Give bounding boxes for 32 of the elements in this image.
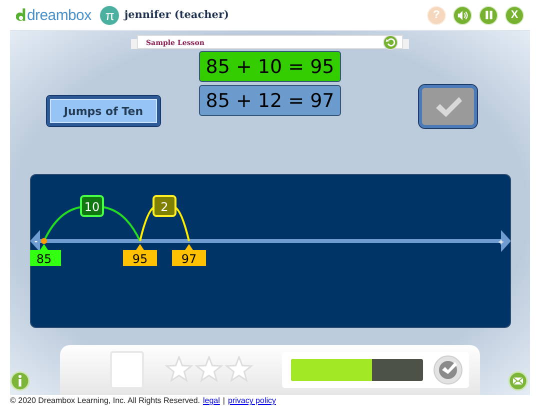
jump-label: 10: [84, 200, 100, 214]
mail-icon: [508, 371, 528, 391]
jump-label: 2: [160, 200, 168, 214]
pause-icon: [484, 10, 494, 20]
star-icon: [224, 356, 254, 382]
info-icon: [10, 371, 30, 391]
privacy-policy-link[interactable]: privacy policy: [228, 395, 276, 406]
number-marker[interactable]: 97: [172, 244, 206, 266]
link-separator: |: [222, 395, 225, 406]
star-icon: [164, 356, 194, 382]
dreambox-logo: dreambox: [16, 6, 92, 24]
user-avatar: π: [100, 6, 120, 24]
mail-button[interactable]: [508, 371, 530, 393]
equation: 85 + 12 = 97: [199, 85, 341, 116]
equation: 85 + 10 = 95: [199, 51, 341, 82]
sound-button[interactable]: [453, 6, 472, 24]
pause-button[interactable]: [479, 6, 498, 24]
replay-icon: [386, 37, 396, 47]
check-badge-icon: [433, 355, 463, 385]
number-marker[interactable]: 85: [30, 244, 60, 266]
copyright-text: © 2020 Dreambox Learning, Inc. All Rights Reserved.: [10, 395, 200, 406]
user-name: jennifer (teacher): [124, 9, 229, 21]
start-dot: [40, 238, 46, 244]
strategy-button[interactable]: Jumps of Ten: [47, 96, 160, 126]
jump-arc[interactable]: [138, 195, 190, 242]
speaker-icon: [457, 10, 468, 20]
info-button[interactable]: [10, 371, 32, 393]
number-marker[interactable]: 95: [122, 244, 156, 266]
replay-button[interactable]: [383, 34, 398, 50]
legal-link[interactable]: legal: [203, 395, 220, 406]
jump-arc[interactable]: [42, 195, 140, 242]
star-icon: [194, 356, 224, 382]
